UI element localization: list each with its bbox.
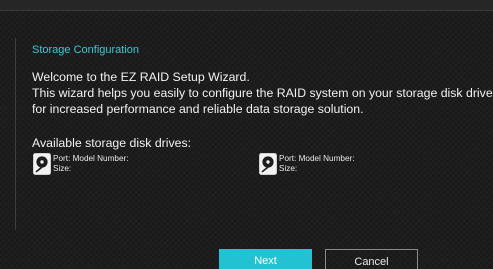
drive-port-label: Port: Model Number: (279, 154, 355, 163)
hard-disk-icon (259, 153, 277, 175)
drive-info: Port: Model Number: Size: (53, 154, 129, 174)
intro-line-2: This wizard helps you easily to configur… (32, 86, 493, 100)
drive-info: Port: Model Number: Size: (279, 154, 355, 174)
left-divider (15, 38, 16, 230)
available-drives-label: Available storage disk drives: (32, 136, 192, 150)
cancel-button[interactable]: Cancel (325, 249, 418, 269)
top-band (0, 0, 493, 10)
wizard-title: Storage Configuration (32, 44, 140, 56)
drive-size-label: Size: (53, 164, 72, 173)
intro-line-1: Welcome to the EZ RAID Setup Wizard. (32, 70, 250, 84)
drive-port-label: Port: Model Number: (53, 154, 129, 163)
drive-size-label: Size: (279, 164, 298, 173)
wizard-intro: Welcome to the EZ RAID Setup Wizard. Thi… (32, 69, 493, 117)
next-button[interactable]: Next (219, 249, 312, 269)
top-divider (0, 10, 493, 11)
ez-raid-wizard-screen: Storage Configuration Welcome to the EZ … (0, 0, 493, 269)
hard-disk-icon (33, 153, 51, 175)
intro-line-3: for increased performance and reliable d… (32, 102, 364, 116)
